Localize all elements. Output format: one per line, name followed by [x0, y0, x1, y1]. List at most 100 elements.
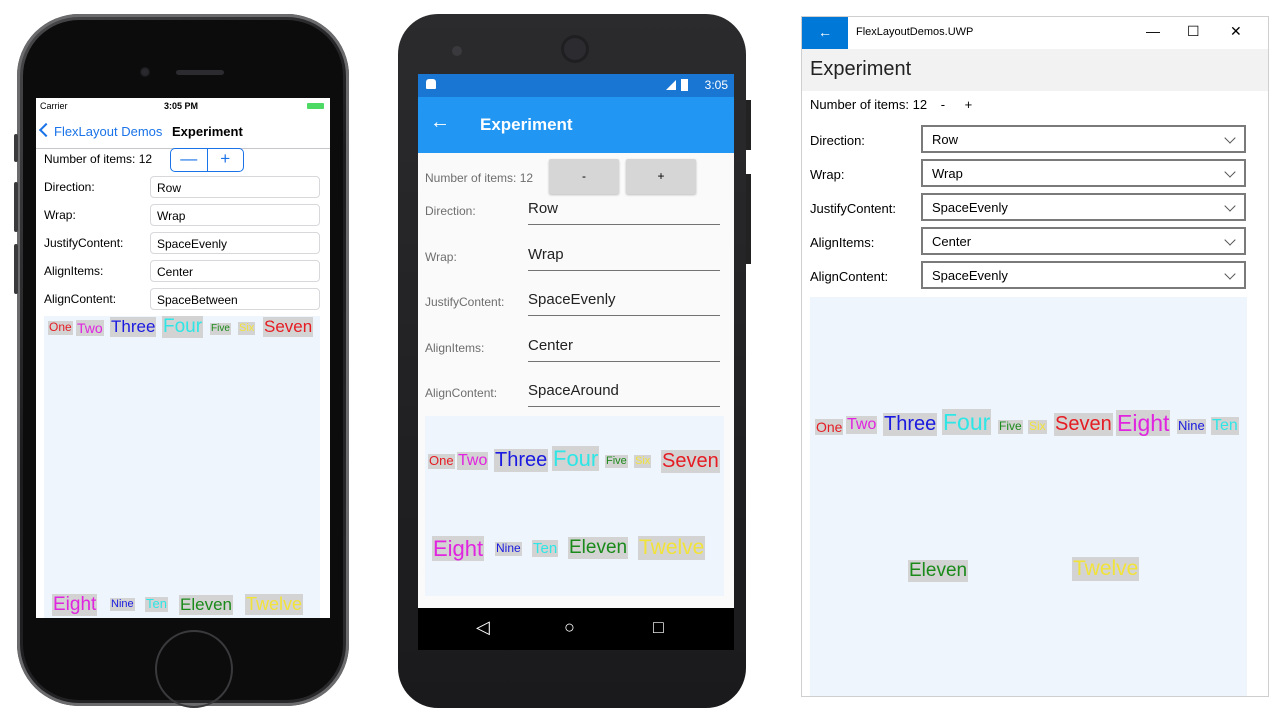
justify-content-picker[interactable]: SpaceEvenly [528, 291, 720, 316]
back-arrow-icon[interactable]: ← [430, 111, 450, 134]
decrement-button[interactable]: — [171, 149, 208, 171]
flex-item-four: Four [942, 409, 992, 436]
item-count-text: Number of items: [44, 152, 136, 166]
item-count-text: Number of items: [425, 171, 517, 185]
flex-layout-area: One Two Three Four Five Six Seven Eight … [44, 316, 320, 618]
decrement-button[interactable]: - [549, 159, 619, 194]
back-button[interactable]: FlexLayout Demos [38, 122, 162, 139]
page-header: Experiment [802, 49, 1268, 91]
close-button[interactable]: ✕ [1230, 23, 1242, 40]
android-screen: 3:05 ← Experiment Number of items: 12 - … [418, 74, 734, 650]
nav-back-icon[interactable]: ◁ [476, 617, 490, 638]
item-count-label: Number of items: 12 [44, 152, 152, 166]
flex-item-eleven: Eleven [179, 595, 233, 615]
flex-item-six: Six [634, 455, 652, 468]
ios-nav-bar: FlexLayout Demos Experiment [36, 117, 330, 149]
flex-item-three: Three [494, 449, 549, 472]
flex-item-two: Two [76, 320, 104, 337]
increment-button[interactable]: + [626, 159, 696, 194]
flex-item-six: Six [238, 322, 256, 335]
increment-button[interactable]: + [965, 97, 973, 112]
wrap-label: Wrap: [425, 250, 457, 264]
back-button[interactable]: ← [802, 17, 848, 49]
flex-item-three: Three [110, 317, 157, 337]
flex-item-twelve: Twelve [638, 536, 706, 561]
flex-item-seven: Seven [661, 450, 720, 473]
page-title: Experiment [172, 124, 243, 139]
item-count-row: Number of items: 12 - + [810, 97, 972, 112]
chevron-down-icon [1224, 200, 1236, 212]
flex-item-five: Five [998, 419, 1023, 434]
flex-item-two: Two [846, 416, 878, 435]
wrap-combobox[interactable]: Wrap [921, 159, 1246, 187]
nav-home-icon[interactable]: ○ [564, 617, 575, 638]
item-count-text: Number of items: [810, 97, 909, 112]
flex-item-one: One [48, 320, 73, 335]
nav-recents-icon[interactable]: □ [653, 617, 664, 638]
decrement-button[interactable]: - [941, 97, 945, 112]
wrap-label: Wrap: [810, 167, 845, 182]
flex-item-eight: Eight [52, 594, 98, 616]
iphone-volume-up [14, 182, 18, 232]
flex-item-four: Four [162, 316, 204, 338]
justify-content-combobox[interactable]: SpaceEvenly [921, 193, 1246, 221]
align-items-value: Center [932, 234, 972, 249]
flex-item-nine: Nine [495, 541, 522, 556]
align-content-combobox[interactable]: SpaceEvenly [921, 261, 1246, 289]
flex-item-nine: Nine [110, 598, 135, 611]
flex-item-nine: Nine [1177, 418, 1206, 434]
flex-item-four: Four [552, 446, 600, 472]
align-items-label: AlignItems: [810, 235, 875, 250]
flex-item-eight: Eight [432, 536, 485, 562]
android-notification-icon [426, 79, 436, 89]
signal-icon [666, 80, 676, 90]
align-items-picker[interactable]: Center [528, 337, 720, 362]
direction-label: Direction: [425, 204, 476, 218]
justify-content-picker[interactable]: SpaceEvenly [150, 232, 320, 254]
android-app-bar: ← Experiment [418, 97, 734, 153]
minimize-button[interactable]: — [1146, 23, 1160, 39]
align-content-label: AlignContent: [425, 386, 498, 400]
direction-picker[interactable]: Row [150, 176, 320, 198]
wrap-picker[interactable]: Wrap [528, 246, 720, 271]
carrier-label: Carrier [40, 101, 68, 111]
align-items-label: AlignItems: [44, 264, 104, 278]
chevron-down-icon [1224, 268, 1236, 280]
flex-item-ten: Ten [532, 540, 559, 558]
align-items-combobox[interactable]: Center [921, 227, 1246, 255]
align-content-picker[interactable]: SpaceBetween [150, 288, 320, 310]
item-count-value: 12 [912, 97, 928, 112]
increment-button[interactable]: + [208, 149, 244, 171]
item-count-value: 12 [519, 171, 534, 185]
flex-item-seven: Seven [263, 317, 314, 337]
justify-content-label: JustifyContent: [44, 236, 124, 250]
chevron-left-icon [38, 122, 54, 138]
wrap-label: Wrap: [44, 208, 76, 222]
flex-item-two: Two [457, 452, 489, 471]
justify-content-label: JustifyContent: [425, 295, 505, 309]
direction-picker[interactable]: Row [528, 200, 720, 225]
status-time: 3:05 [704, 78, 728, 92]
wrap-value: Wrap [932, 166, 963, 181]
direction-combobox[interactable]: Row [921, 125, 1246, 153]
android-power-button [746, 100, 751, 150]
window-title-bar: ← FlexLayoutDemos.UWP — ☐ ✕ [802, 17, 1268, 49]
flex-item-three: Three [883, 413, 938, 436]
align-content-picker[interactable]: SpaceAround [528, 382, 720, 407]
iphone-mute-switch [14, 134, 18, 162]
flex-item-eleven: Eleven [908, 560, 969, 582]
iphone-home-button[interactable] [155, 630, 233, 708]
flex-item-twelve: Twelve [245, 594, 304, 615]
iphone-screen: Carrier 3:05 PM FlexLayout Demos Experim… [36, 98, 330, 618]
battery-icon [307, 103, 324, 109]
window-title: FlexLayoutDemos.UWP [856, 26, 974, 38]
item-count-stepper[interactable]: — + [170, 148, 244, 172]
flex-item-eight: Eight [1116, 410, 1171, 437]
android-volume-rocker [746, 174, 751, 264]
align-content-value: SpaceEvenly [932, 268, 1008, 283]
align-items-picker[interactable]: Center [150, 260, 320, 282]
wrap-picker[interactable]: Wrap [150, 204, 320, 226]
maximize-button[interactable]: ☐ [1187, 23, 1200, 40]
android-status-bar: 3:05 [418, 74, 734, 97]
android-nav-bar: ◁ ○ □ [418, 608, 734, 650]
